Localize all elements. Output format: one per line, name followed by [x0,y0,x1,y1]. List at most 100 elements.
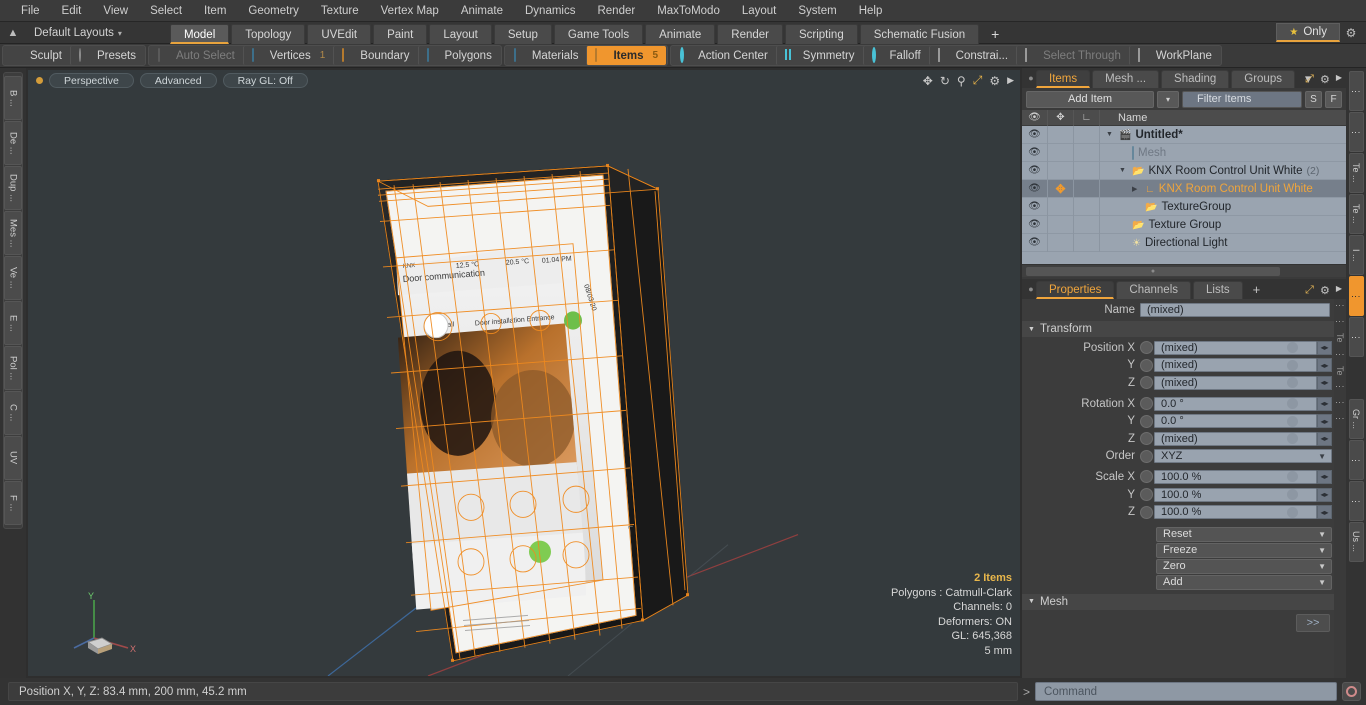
table-row[interactable]: 👁 ☀ Directional Light [1022,233,1346,252]
mode-button-select-through[interactable]: Select Through [1016,46,1129,65]
layout-tab-topology[interactable]: Topology [231,23,306,44]
gear-icon[interactable]: ⚙ [1320,284,1330,297]
property-spinner[interactable]: ◂▸ [1317,469,1332,484]
mode-button-boundary[interactable]: Boundary [333,46,417,65]
items-tab-shading[interactable]: Shading [1161,70,1230,88]
layout-tab-paint[interactable]: Paint [373,23,428,44]
mode-button-action-center[interactable]: Action Center [672,46,776,65]
table-row[interactable]: 👁 Mesh [1022,143,1346,162]
left-rail-tab-2[interactable]: Dup ... [4,166,22,210]
default-layouts-dropdown[interactable]: Default Layouts ▾ [26,27,130,39]
name-field[interactable]: (mixed) [1140,303,1330,317]
items-tab-items[interactable]: Items [1036,70,1091,88]
expand-icon[interactable]: ⤢ [1305,73,1314,86]
menu-item-select[interactable]: Select [139,0,193,22]
property-value-input[interactable]: 100.0 % [1154,505,1317,520]
row-eye-icon[interactable]: 👁 [1022,143,1048,162]
add-item-dropdown[interactable]: ▾ [1157,90,1179,108]
property-reset-icon[interactable] [1287,433,1298,445]
property-knob-icon[interactable] [1140,397,1153,411]
left-rail-tab-8[interactable]: UV [4,436,22,480]
row-eye-icon[interactable]: 👁 [1022,215,1048,234]
mode-button-polygons[interactable]: Polygons [417,46,500,65]
right-rail-tab-10[interactable]: ⋮ [1348,481,1364,521]
property-reset-icon[interactable] [1287,359,1298,371]
layout-tab-render[interactable]: Render [717,23,783,44]
mode-button-symmetry[interactable]: Symmetry [775,46,863,65]
table-row[interactable]: 👁 📂 Texture Group [1022,215,1346,234]
layout-tab-game-tools[interactable]: Game Tools [553,23,644,44]
right-rail-tab-8[interactable]: Gr ... [1348,399,1364,439]
row-eye-icon[interactable]: 👁 [1022,233,1048,252]
properties-side-tab-1[interactable]: ⋮ [1335,317,1345,326]
property-spinner[interactable]: ◂▸ [1317,487,1332,502]
chevron-right-icon[interactable]: ▶ [1336,73,1342,86]
right-rail-tab-1[interactable]: ⋮ [1348,112,1364,152]
row-axis-cell[interactable] [1074,161,1100,180]
row-disclosure-icon[interactable]: ▼ [1106,131,1115,138]
property-knob-icon[interactable] [1140,470,1153,484]
property-knob-icon[interactable] [1140,358,1153,372]
property-value-input[interactable]: (mixed) [1154,358,1317,373]
right-rail-tab-0[interactable]: ⋮ [1348,71,1364,111]
right-rail-tab-2[interactable]: Te ... [1348,153,1364,193]
items-tab-mesh[interactable]: Mesh ... [1092,70,1160,88]
order-knob-icon[interactable] [1140,449,1153,463]
properties-side-tab-3[interactable]: ⋮ [1335,350,1345,359]
property-knob-icon[interactable] [1140,376,1153,390]
left-rail-tab-7[interactable]: C ... [4,391,22,435]
right-rail-tab-11[interactable]: Us ... [1348,522,1364,562]
property-value-input[interactable]: (mixed) [1154,375,1317,390]
transform-dropdown-freeze[interactable]: Freeze ▼ [1156,542,1332,558]
properties-side-tab-0[interactable]: ⋮ [1335,301,1345,310]
property-value-input[interactable]: 0.0 ° [1154,414,1317,429]
properties-side-tab-6[interactable]: ⋮ [1335,398,1345,407]
expand-icon[interactable]: ⤢ [1305,284,1314,297]
row-move-cell[interactable] [1048,161,1074,180]
row-axis-cell[interactable] [1074,215,1100,234]
mode-button-falloff[interactable]: Falloff [862,46,929,65]
only-button[interactable]: ★ Only [1276,23,1340,42]
left-rail-tab-3[interactable]: Mes ... [4,211,22,255]
row-move-cell[interactable] [1048,233,1074,252]
property-reset-icon[interactable] [1287,398,1298,410]
mode-button-sculpt[interactable]: Sculpt [4,46,70,65]
menu-item-layout[interactable]: Layout [731,0,788,22]
property-knob-icon[interactable] [1140,432,1153,446]
property-value-input[interactable]: 0.0 ° [1154,396,1317,411]
property-reset-icon[interactable] [1287,506,1298,518]
properties-tab-channels[interactable]: Channels [1116,281,1192,299]
properties-side-tab-2[interactable]: Te [1335,333,1345,343]
layout-tab-animate[interactable]: Animate [645,23,716,44]
gear-icon[interactable]: ⚙ [1320,73,1330,86]
mesh-section-header[interactable]: ▼ Mesh [1022,593,1334,610]
mode-button-items[interactable]: Items 5 [586,46,667,65]
property-knob-icon[interactable] [1140,414,1153,428]
property-reset-icon[interactable] [1287,471,1298,483]
scrollbar-thumb[interactable]: ● [1026,266,1280,276]
property-spinner[interactable]: ◂▸ [1317,505,1332,520]
transform-dropdown-reset[interactable]: Reset ▼ [1156,526,1332,542]
right-rail-tab-3[interactable]: Te ... [1348,194,1364,234]
left-rail-tab-0[interactable]: B ... [4,76,22,120]
table-row[interactable]: 👁 📂 TextureGroup [1022,197,1346,216]
menu-item-animate[interactable]: Animate [450,0,514,22]
right-rail-tab-5[interactable]: ⋮ [1348,276,1364,316]
property-knob-icon[interactable] [1140,505,1153,519]
property-spinner[interactable]: ◂▸ [1317,431,1332,446]
transform-dropdown-add[interactable]: Add ▼ [1156,574,1332,590]
left-rail-tab-9[interactable]: F ... [4,481,22,525]
row-eye-icon[interactable]: 👁 [1022,125,1048,144]
property-value-input[interactable]: (mixed) [1154,431,1317,446]
items-f-button[interactable]: F [1325,90,1342,108]
layout-tab-scripting[interactable]: Scripting [784,23,858,44]
filter-items-input[interactable]: Filter Items [1182,90,1302,108]
gear-icon[interactable]: ⚙ [1340,26,1362,40]
properties-add-tab[interactable]: + [1245,281,1269,299]
menu-item-item[interactable]: Item [193,0,237,22]
right-rail-tab-7[interactable] [1349,358,1364,398]
left-rail-tab-4[interactable]: Ve ... [4,256,22,300]
command-input[interactable]: Command [1035,682,1337,701]
row-axis-cell[interactable] [1074,125,1100,144]
menu-item-help[interactable]: Help [848,0,894,22]
